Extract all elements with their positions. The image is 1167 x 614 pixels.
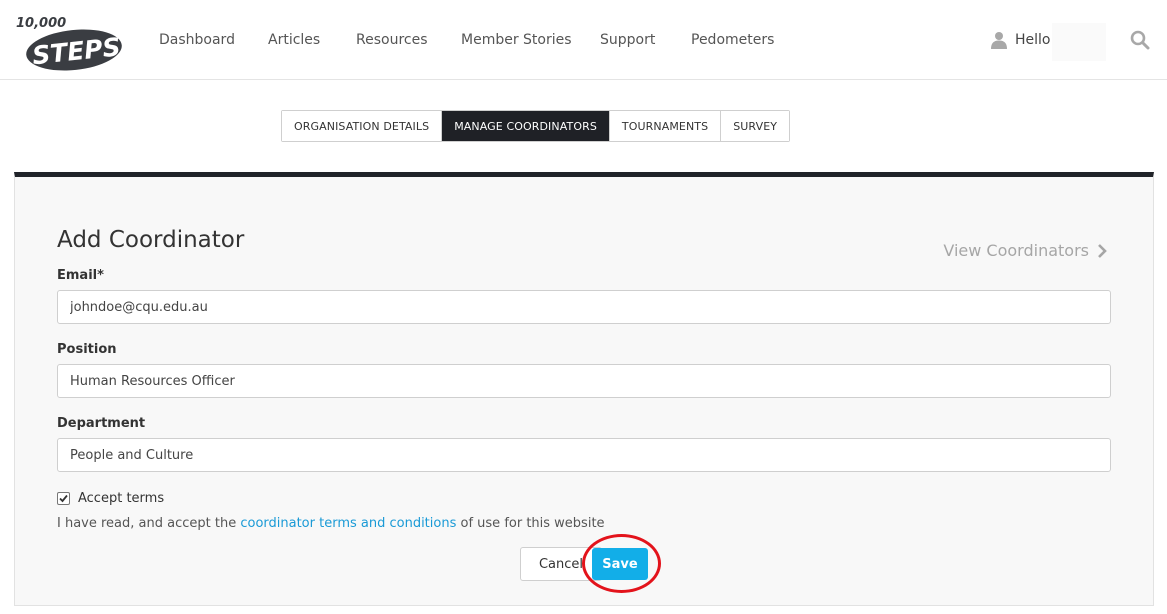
view-coordinators-link[interactable]: View Coordinators (943, 241, 1107, 260)
email-label: Email* (57, 268, 104, 283)
user-name-placeholder (1052, 23, 1106, 61)
nav-support[interactable]: Support (600, 32, 655, 48)
accept-terms-checkbox[interactable] (57, 492, 70, 505)
check-icon (59, 494, 68, 503)
position-field[interactable] (57, 364, 1111, 398)
view-coordinators-label: View Coordinators (943, 241, 1089, 260)
tab-tournaments[interactable]: TOURNAMENTS (609, 111, 722, 141)
page-title: Add Coordinator (57, 227, 245, 253)
user-menu[interactable]: Hello (991, 30, 1051, 50)
nav-articles[interactable]: Articles (268, 32, 320, 48)
department-label: Department (57, 416, 146, 431)
terms-link[interactable]: coordinator terms and conditions (240, 516, 456, 531)
site-header: 10,000 STEPS Dashboard Articles Resource… (0, 0, 1167, 80)
tab-survey[interactable]: SURVEY (721, 111, 790, 141)
logo[interactable]: 10,000 STEPS (14, 10, 126, 72)
add-coordinator-panel: Add Coordinator View Coordinators Email*… (14, 172, 1154, 606)
tab-manage-coordinators[interactable]: MANAGE COORDINATORS (442, 111, 610, 141)
user-icon (991, 32, 1007, 49)
search-icon[interactable] (1130, 30, 1150, 50)
terms-prefix: I have read, and accept the (57, 516, 241, 531)
department-field[interactable] (57, 438, 1111, 472)
nav-dashboard[interactable]: Dashboard (159, 32, 235, 48)
cancel-button[interactable]: Cancel (520, 547, 602, 581)
terms-statement: I have read, and accept the coordinator … (57, 516, 605, 531)
logo-top-text: 10,000 (16, 16, 66, 31)
nav-resources[interactable]: Resources (356, 32, 428, 48)
email-field[interactable] (57, 290, 1111, 324)
user-greeting: Hello (1015, 32, 1051, 48)
position-label: Position (57, 342, 117, 357)
section-tabs: ORGANISATION DETAILS MANAGE COORDINATORS… (281, 110, 791, 142)
nav-member-stories[interactable]: Member Stories (461, 32, 572, 48)
nav-pedometers[interactable]: Pedometers (691, 32, 774, 48)
accept-terms-label: Accept terms (78, 491, 165, 506)
terms-suffix: of use for this website (456, 516, 605, 531)
tab-organisation-details[interactable]: ORGANISATION DETAILS (282, 111, 443, 141)
save-button[interactable]: Save (592, 548, 648, 580)
accept-terms-row: Accept terms (57, 491, 164, 506)
chevron-right-icon (1098, 243, 1107, 258)
